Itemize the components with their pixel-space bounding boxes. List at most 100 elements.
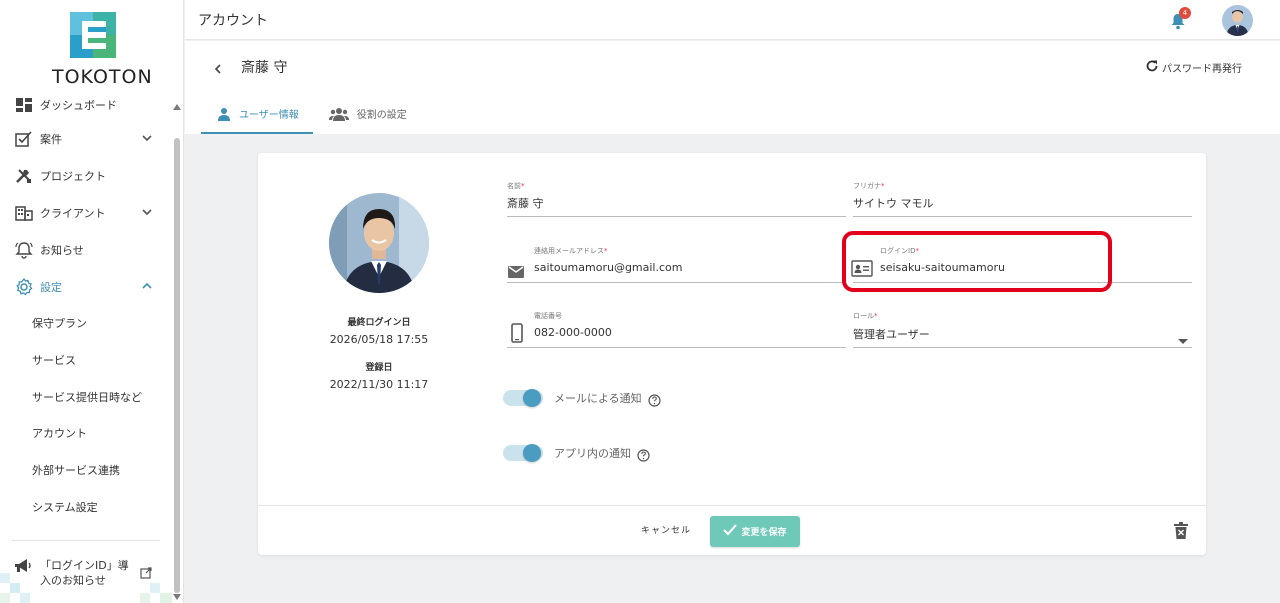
gear-icon: [14, 277, 34, 297]
sidebar: TOKOTON ダッシュボード 案件 プロジェクト クライアント お知らせ 設定…: [0, 0, 184, 603]
name-label: 名前: [507, 182, 521, 190]
toggle-label: メールによる通知: [554, 392, 642, 405]
sidebar-item-settings[interactable]: 設定: [0, 268, 172, 305]
email-field[interactable]: 連絡用メールアドレス* saitoumamoru@gmail.com: [507, 246, 846, 283]
external-link-icon: [140, 564, 152, 583]
login-id-field[interactable]: ログインID* seisaku-saitoumamoru: [851, 246, 1192, 283]
tab-label: 役割の設定: [356, 110, 407, 121]
scroll-up-icon[interactable]: [173, 104, 181, 110]
toggle-switch[interactable]: [503, 442, 543, 464]
name-value[interactable]: 斎藤 守: [507, 195, 544, 211]
reset-password-label: パスワード再発行: [1162, 64, 1242, 75]
cancel-button[interactable]: キャンセル: [641, 523, 691, 536]
role-select[interactable]: ロール* 管理者ユーザー: [853, 311, 1192, 348]
tab-role-settings[interactable]: 役割の設定: [313, 93, 421, 134]
back-chevron-icon[interactable]: [212, 60, 224, 74]
furigana-value[interactable]: サイトウ マモル: [853, 195, 934, 211]
sidebar-notice-login-id[interactable]: 「ログインID」導入のお知らせ: [14, 558, 164, 594]
chevron-down-icon: [140, 131, 154, 145]
sidebar-item-cases[interactable]: 案件: [0, 120, 172, 157]
furigana-label: フリガナ: [853, 182, 881, 190]
tab-bar: ユーザー情報 役割の設定: [201, 93, 421, 134]
notification-badge: 4: [1179, 7, 1191, 19]
sidebar-item-dashboard[interactable]: ダッシュボード: [0, 90, 172, 120]
sidebar-item-clients[interactable]: クライアント: [0, 194, 172, 231]
delete-trash-icon[interactable]: [1174, 522, 1188, 539]
email-label: 連絡用メールアドレス: [534, 247, 604, 255]
reset-password-button[interactable]: パスワード再発行: [1145, 59, 1242, 76]
furigana-field[interactable]: フリガナ* サイトウ マモル: [853, 181, 1192, 217]
refresh-icon: [1145, 59, 1162, 76]
user-avatar[interactable]: [1222, 5, 1253, 36]
sidebar-divider: [12, 540, 160, 541]
logo[interactable]: TOKOTON: [52, 12, 153, 88]
notice-label: 「ログインID」導入のお知らせ: [40, 559, 129, 587]
dashboard-icon: [14, 95, 34, 115]
scroll-down-icon[interactable]: [173, 594, 181, 600]
last-login-value: 2026/05/18 17:55: [329, 333, 429, 346]
login-id-label: ログインID: [880, 247, 916, 255]
sidebar-subitem-service[interactable]: サービス: [0, 342, 172, 379]
sidebar-subitem-maintenance-plan[interactable]: 保守プラン: [0, 305, 172, 342]
dropdown-arrow-icon[interactable]: [1178, 330, 1188, 349]
sidebar-item-label: 案件: [40, 132, 62, 146]
mobile-phone-icon: [511, 323, 523, 347]
brand-name: TOKOTON: [52, 66, 153, 88]
registered-value: 2022/11/30 11:17: [329, 378, 429, 391]
email-notification-toggle[interactable]: メールによる通知: [503, 387, 661, 409]
sidebar-item-label: ダッシュボード: [40, 99, 117, 112]
help-icon[interactable]: [637, 447, 650, 462]
required-mark: *: [604, 247, 608, 255]
save-button[interactable]: 変更を保存: [710, 516, 800, 547]
sidebar-subitem-system-settings[interactable]: システム設定: [0, 488, 172, 525]
phone-label: 電話番号: [534, 312, 562, 320]
account-name-title: 斎藤 守: [241, 60, 288, 76]
sidebar-item-notices[interactable]: お知らせ: [0, 231, 172, 268]
sidebar-subitem-external-integration[interactable]: 外部サービス連携: [0, 452, 172, 489]
sidebar-nav: ダッシュボード 案件 プロジェクト クライアント お知らせ 設定 保守プラン サ…: [0, 90, 172, 525]
profile-photo[interactable]: [329, 193, 429, 293]
registered-block: 登録日 2022/11/30 11:17: [300, 360, 458, 391]
sidebar-item-label: プロジェクト: [40, 169, 106, 183]
megaphone-icon: [14, 558, 32, 578]
tab-label: ユーザー情報: [239, 110, 299, 121]
required-mark: *: [874, 312, 878, 320]
sidebar-item-projects[interactable]: プロジェクト: [0, 157, 172, 194]
phone-field[interactable]: 電話番号 082-000-0000: [507, 311, 846, 348]
required-mark: *: [881, 182, 885, 190]
app-notification-toggle[interactable]: アプリ内の通知: [503, 442, 650, 464]
role-value[interactable]: 管理者ユーザー: [853, 326, 930, 342]
login-id-value[interactable]: seisaku-saitoumamoru: [880, 261, 1005, 274]
registered-label: 登録日: [365, 363, 393, 373]
card-divider: [258, 505, 1206, 506]
tools-icon: [14, 166, 34, 186]
name-field[interactable]: 名前* 斎藤 守: [507, 181, 846, 217]
sidebar-subitem-account[interactable]: アカウント: [0, 415, 172, 452]
required-mark: *: [915, 247, 919, 255]
sidebar-scrollbar[interactable]: [173, 104, 181, 600]
scroll-thumb[interactable]: [174, 138, 180, 593]
topbar: アカウント 4: [185, 0, 1280, 40]
last-login-label: 最終ログイン日: [347, 318, 411, 328]
help-icon[interactable]: [648, 392, 661, 407]
building-icon: [14, 203, 34, 223]
phone-value[interactable]: 082-000-0000: [534, 326, 612, 339]
last-login-block: 最終ログイン日 2026/05/18 17:55: [300, 315, 458, 346]
chevron-down-icon: [140, 205, 154, 219]
sidebar-item-label: お知らせ: [40, 243, 84, 257]
person-icon: [217, 107, 231, 121]
sidebar-item-label: クライアント: [40, 206, 106, 220]
sidebar-subitem-service-schedule[interactable]: サービス提供日時など: [0, 378, 172, 415]
chevron-up-icon: [140, 279, 154, 293]
page-title: アカウント: [198, 13, 268, 29]
toggle-switch[interactable]: [503, 387, 543, 409]
required-mark: *: [521, 182, 525, 190]
email-icon: [508, 263, 524, 282]
id-card-icon: [851, 260, 873, 281]
toggle-label: アプリ内の通知: [554, 447, 631, 460]
email-value[interactable]: saitoumamoru@gmail.com: [534, 261, 682, 274]
sidebar-item-label: 設定: [40, 280, 62, 294]
group-icon: [328, 107, 349, 121]
case-icon: [14, 129, 34, 149]
tab-user-info[interactable]: ユーザー情報: [201, 93, 313, 134]
